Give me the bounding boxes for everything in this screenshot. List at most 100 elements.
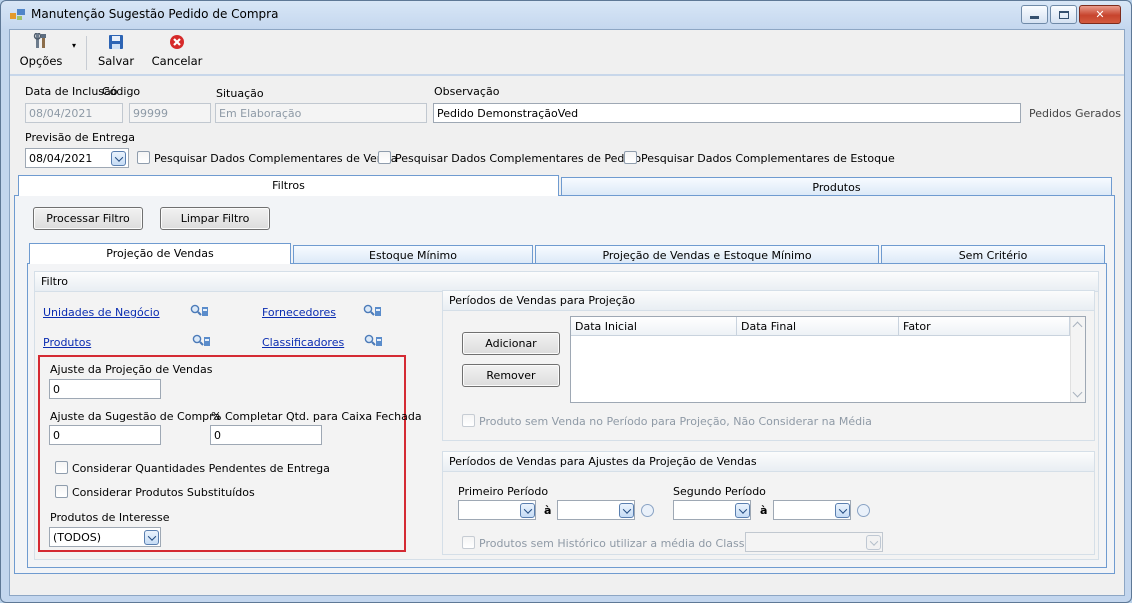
scroll-down-icon[interactable]	[1072, 387, 1083, 398]
primeiro-inicio-dropdown[interactable]	[520, 503, 535, 518]
chk-substituidos-label: Considerar Produtos Substituídos	[72, 486, 255, 499]
completar-label: % Completar Qtd. para Caixa Fechada	[211, 410, 422, 423]
codigo-label: Código	[102, 85, 141, 98]
chk-pendentes-label: Considerar Quantidades Pendentes de Entr…	[72, 462, 330, 475]
periodos-group: Períodos de Vendas para Projeção Adicion…	[442, 290, 1095, 441]
chk-pendentes[interactable]	[55, 461, 68, 474]
window-title: Manutenção Sugestão Pedido de Compra	[31, 7, 279, 21]
tab-projecao-estoque[interactable]: Projeção de Vendas e Estoque Mínimo	[535, 245, 879, 264]
remover-button[interactable]: Remover	[462, 364, 560, 387]
tab-projecao-vendas[interactable]: Projeção de Vendas	[29, 243, 291, 264]
options-dropdown-icon[interactable]: ▾	[72, 41, 76, 50]
tab-filtros[interactable]: Filtros	[18, 175, 559, 196]
pedidos-gerados-label: Pedidos Gerados	[1029, 107, 1121, 120]
segundo-inicio-dropdown[interactable]	[735, 503, 750, 518]
cancel-button[interactable]: Cancelar	[146, 33, 208, 68]
limpar-filtro-button[interactable]: Limpar Filtro	[160, 207, 270, 230]
col-fator[interactable]: Fator	[899, 317, 1070, 336]
data-inclusao-field[interactable]: 08/04/2021	[25, 103, 123, 123]
main-window: Manutenção Sugestão Pedido de Compra ✕ O…	[0, 0, 1132, 603]
interesse-dropdown-button[interactable]	[144, 530, 159, 545]
cancel-label: Cancelar	[151, 54, 203, 68]
maximize-icon	[1058, 10, 1069, 19]
toolbar-separator	[86, 36, 87, 70]
tab-estoque-minimo[interactable]: Estoque Mínimo	[293, 245, 533, 264]
unidades-link[interactable]: Unidades de Negócio	[43, 306, 160, 319]
primeiro-periodo-label: Primeiro Período	[458, 485, 549, 498]
minimize-icon	[1030, 16, 1039, 19]
save-button[interactable]: Salvar	[94, 33, 138, 68]
chk-sem-venda-label: Produto sem Venda no Período para Projeç…	[479, 415, 872, 428]
chk-venda-label: Pesquisar Dados Complementares de Venda	[154, 152, 398, 165]
periodos-grid[interactable]: Data Inicial Data Final Fator	[570, 316, 1086, 403]
col-data-final[interactable]: Data Final	[737, 317, 899, 336]
ajuste-sugestao-field[interactable]: 0	[49, 425, 161, 445]
floppy-disk-icon	[109, 35, 123, 49]
cancel-x-icon	[170, 35, 184, 49]
chk-sem-venda[interactable]	[462, 414, 475, 427]
classificadores-link[interactable]: Classificadores	[262, 336, 344, 349]
chevron-down-icon	[622, 504, 631, 514]
toolbar: Opções ▾ Salvar Cancelar	[10, 30, 1124, 76]
scroll-up-icon[interactable]	[1072, 321, 1083, 332]
chk-venda[interactable]	[137, 151, 150, 164]
chk-estoque[interactable]	[624, 151, 637, 164]
search-icon[interactable]	[190, 304, 210, 318]
previsao-calendar-button[interactable]	[111, 151, 126, 166]
chk-historico[interactable]	[462, 536, 475, 549]
observacao-label: Observação	[434, 85, 500, 98]
chk-historico-label: Produtos sem Histórico utilizar a média …	[479, 537, 786, 550]
ajustes-group: Períodos de Vendas para Ajustes da Proje…	[442, 451, 1095, 555]
codigo-field[interactable]: 99999	[129, 103, 211, 123]
col-data-inicial[interactable]: Data Inicial	[571, 317, 737, 336]
period-arrow-icon[interactable]	[641, 504, 654, 517]
period-arrow-icon[interactable]	[857, 504, 870, 517]
classificador-select[interactable]	[745, 532, 883, 552]
search-icon[interactable]	[363, 304, 383, 318]
previsao-value: 08/04/2021	[29, 152, 93, 165]
tab-sem-criterio[interactable]: Sem Critério	[881, 245, 1105, 264]
fornecedores-link[interactable]: Fornecedores	[262, 306, 336, 319]
options-button[interactable]: Opções	[14, 33, 68, 68]
grid-scrollbar[interactable]	[1070, 317, 1085, 402]
filtros-panel: Processar Filtro Limpar Filtro Projeção …	[14, 195, 1115, 574]
produtos-link[interactable]: Produtos	[43, 336, 91, 349]
search-icon[interactable]	[192, 334, 212, 348]
chevron-down-icon	[838, 504, 847, 514]
chevron-down-icon	[523, 504, 532, 514]
chk-substituidos[interactable]	[55, 485, 68, 498]
ajuste-projecao-field[interactable]: 0	[49, 379, 161, 399]
close-button[interactable]: ✕	[1079, 5, 1121, 24]
situacao-label: Situação	[216, 87, 264, 100]
interesse-value: (TODOS)	[53, 531, 102, 544]
chevron-down-icon	[738, 504, 747, 514]
chevron-down-icon	[114, 152, 123, 162]
segundo-fim-dropdown[interactable]	[835, 503, 850, 518]
maximize-button[interactable]	[1050, 5, 1077, 24]
chk-estoque-label: Pesquisar Dados Complementares de Estoqu…	[641, 152, 895, 165]
tab-produtos[interactable]: Produtos	[561, 177, 1112, 196]
chk-pedido[interactable]	[378, 151, 391, 164]
segundo-periodo-label: Segundo Período	[673, 485, 766, 498]
adicionar-button[interactable]: Adicionar	[462, 332, 560, 355]
chevron-down-icon	[869, 536, 878, 546]
ajustes-title: Períodos de Vendas para Ajustes da Proje…	[443, 452, 1094, 472]
previsao-label: Previsão de Entrega	[25, 131, 136, 144]
search-icon[interactable]	[364, 334, 384, 348]
title-bar: Manutenção Sugestão Pedido de Compra ✕	[1, 1, 1131, 27]
primeiro-fim-dropdown[interactable]	[619, 503, 634, 518]
observacao-field[interactable]: Pedido DemonstraçãoVed	[433, 103, 1021, 123]
classificador-dropdown[interactable]	[866, 535, 881, 550]
ajuste-projecao-label: Ajuste da Projeção de Vendas	[50, 363, 213, 376]
projecao-panel: Filtro Unidades de Negócio Fornecedores …	[27, 263, 1107, 568]
save-label: Salvar	[97, 54, 135, 68]
minimize-button[interactable]	[1021, 5, 1048, 24]
processar-filtro-button[interactable]: Processar Filtro	[33, 207, 143, 230]
situacao-field[interactable]: Em Elaboração	[215, 103, 427, 123]
completar-field[interactable]: 0	[210, 425, 322, 445]
tools-icon	[33, 33, 46, 48]
separator-a: à	[544, 504, 552, 517]
ajuste-sugestao-label: Ajuste da Sugestão de Compra	[50, 410, 221, 423]
filtro-group: Filtro Unidades de Negócio Fornecedores …	[34, 271, 1099, 560]
app-icon	[10, 9, 25, 20]
